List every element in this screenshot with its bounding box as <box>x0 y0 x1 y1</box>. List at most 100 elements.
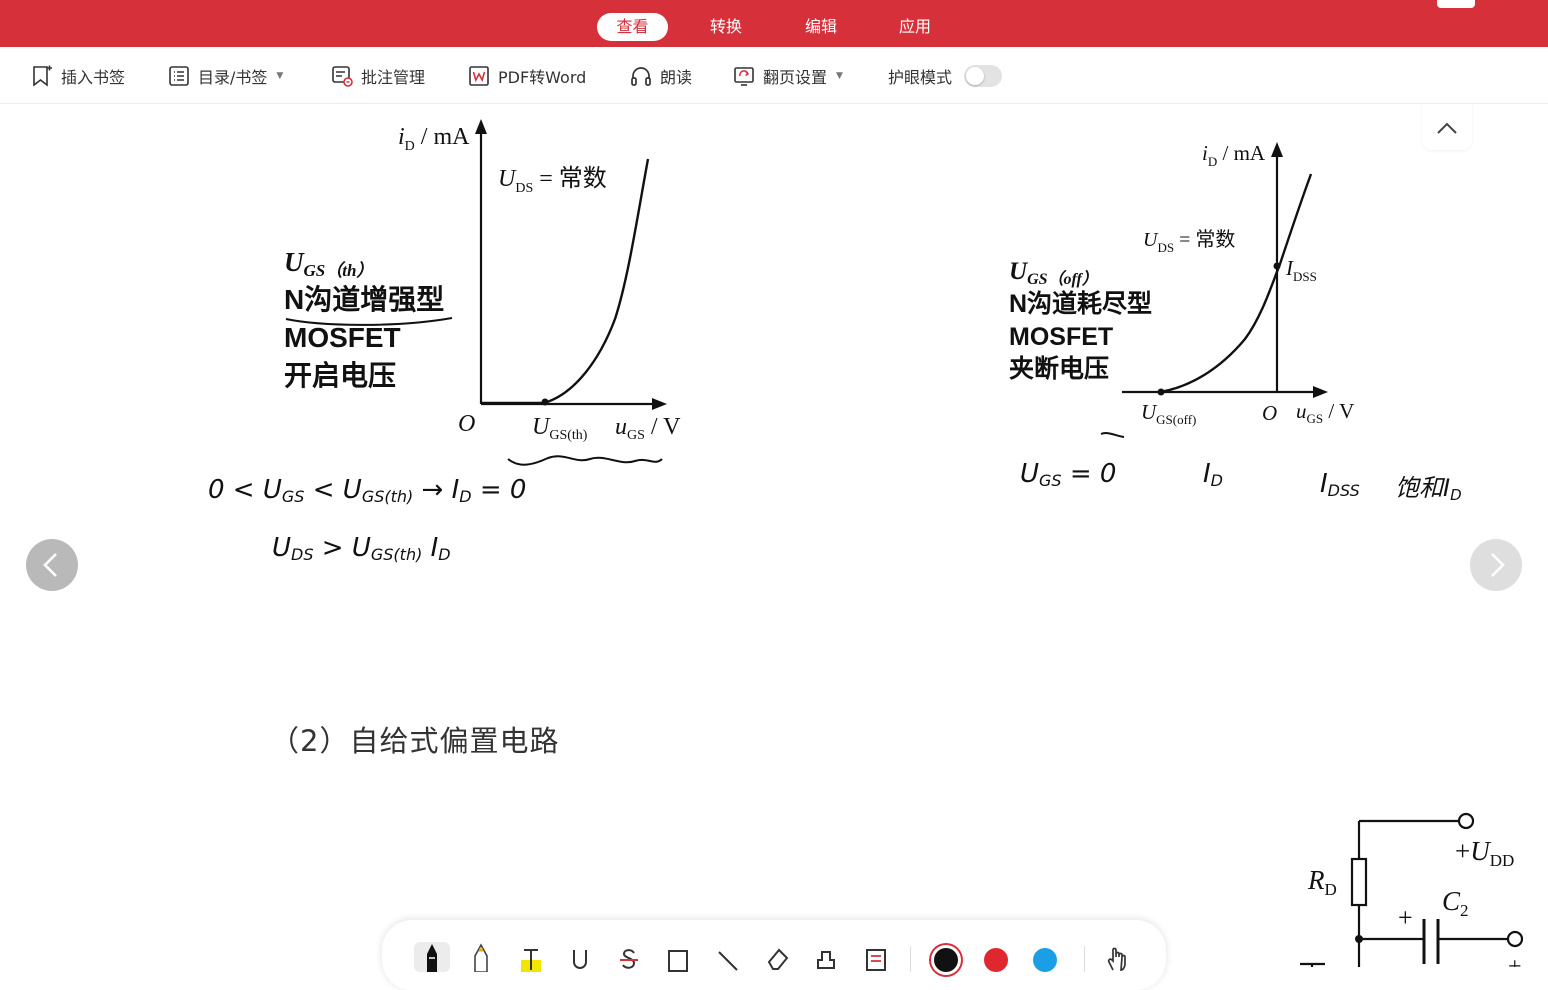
chevron-down-icon: ▼ <box>836 71 843 81</box>
chevron-left-icon <box>43 553 57 577</box>
uds-constant-label: UDS = 常数 <box>498 165 607 196</box>
figure-title-line3: 夹断电压 <box>1009 354 1109 383</box>
headphones-icon <box>631 67 651 86</box>
pen-icon <box>427 944 437 972</box>
eraser-tool-button[interactable] <box>759 942 795 972</box>
vdd-terminal <box>1457 812 1475 830</box>
pdf-to-word-button[interactable]: PDF转Word <box>468 62 586 90</box>
strikethrough-icon <box>620 949 638 969</box>
previous-page-button[interactable] <box>26 539 78 591</box>
next-page-button[interactable] <box>1470 539 1522 591</box>
c2-label: C2 <box>1442 886 1469 920</box>
tab-edit[interactable]: 编辑 <box>787 13 855 41</box>
hand-pointer-icon <box>1107 947 1126 971</box>
view-toolbar: 插入书签 目录/书签 ▼ 批注管理 PDF转Word 朗读 翻页设置 ▼ 护眼模… <box>0 47 1548 104</box>
highlighter-tool-button[interactable] <box>463 942 499 972</box>
insert-bookmark-label: 插入书签 <box>61 68 126 87</box>
x-axis-label: uGS / V <box>615 414 681 443</box>
self-bias-circuit: +UDD RD C2 + + <box>1300 812 1524 967</box>
y-axis-arrow <box>1271 142 1283 157</box>
vdd-label: +UDD <box>1455 836 1514 870</box>
eye-mode-control: 护眼模式 <box>888 62 1003 90</box>
transfer-curve <box>1159 173 1313 394</box>
transfer-curve <box>481 158 650 405</box>
list-icon <box>169 66 189 86</box>
y-axis-label: iD / mA <box>398 124 470 154</box>
ink-note-line1: 0 < UGS < UGS(th) → ID = 0 <box>208 475 526 506</box>
note-icon <box>866 949 886 971</box>
highlighter-icon <box>474 943 488 972</box>
chevron-up-icon <box>1437 122 1457 134</box>
color-blue-swatch[interactable] <box>1033 948 1057 972</box>
pinchoff-point <box>1157 388 1165 396</box>
page-canvas: iD / mA UDS = 常数 O UGS(th) uGS / V UGS（t… <box>208 119 1524 967</box>
insert-bookmark-button[interactable]: 插入书签 <box>31 62 125 90</box>
tab-convert[interactable]: 转换 <box>692 13 760 41</box>
capacitor-plus: + <box>1398 903 1413 932</box>
line-tool-button[interactable] <box>710 942 746 972</box>
hand-tool-button[interactable] <box>1098 942 1134 972</box>
enhancement-mosfet-figure: iD / mA UDS = 常数 O UGS(th) uGS / V UGS（t… <box>284 119 681 466</box>
page-settings-dropdown[interactable]: 翻页设置 ▼ <box>733 62 843 90</box>
underline-tool-button[interactable] <box>562 942 598 972</box>
read-aloud-label: 朗读 <box>660 68 693 87</box>
stamp-icon <box>817 951 835 969</box>
idss-point <box>1273 262 1281 270</box>
x-axis-arrow <box>1313 386 1328 398</box>
pdf-page-view[interactable]: iD / mA UDS = 常数 O UGS(th) uGS / V UGS（t… <box>0 104 1548 967</box>
rectangle-tool-button[interactable] <box>660 942 696 972</box>
annotation-manage-label: 批注管理 <box>361 68 426 87</box>
color-black-swatch[interactable] <box>934 948 958 972</box>
top-menu-bar: 查看 转换 编辑 应用 <box>0 0 1548 47</box>
line-icon <box>718 951 738 971</box>
pdf-to-word-label: PDF转Word <box>498 68 587 87</box>
pen-tool-button[interactable] <box>414 942 450 972</box>
collapse-toolbar-button[interactable] <box>1422 104 1472 150</box>
x-axis-arrow <box>652 398 667 410</box>
idss-label: IDSS <box>1285 256 1317 284</box>
x-axis-label: uGS / V <box>1296 399 1354 426</box>
toc-bookmark-label: 目录/书签 <box>198 68 268 87</box>
output-plus: + <box>1508 954 1522 967</box>
eraser-icon <box>767 948 789 970</box>
y-axis-label: iD / mA <box>1202 141 1266 169</box>
toc-bookmark-dropdown[interactable]: 目录/书签 ▼ <box>168 62 283 90</box>
origin-label: O <box>1262 401 1277 425</box>
toggle-knob <box>966 67 985 85</box>
read-aloud-button[interactable]: 朗读 <box>630 62 692 90</box>
text-highlight-icon <box>521 949 541 972</box>
strikethrough-tool-button[interactable] <box>611 942 647 972</box>
ink-note-saturation-id: 饱和ID <box>1395 474 1462 504</box>
figure-title-line2: MOSFET <box>1009 323 1113 351</box>
ink-note-line2: UDS > UGS(th) ID <box>272 533 451 564</box>
uds-constant-label: UDS = 常数 <box>1143 228 1235 255</box>
page-flip-icon <box>734 67 754 86</box>
stamp-tool-button[interactable] <box>808 942 844 972</box>
comment-manage-icon <box>332 66 353 87</box>
ugs-off-symbol: UGS（off） <box>1009 258 1098 288</box>
threshold-point <box>541 398 549 406</box>
origin-label: O <box>458 411 475 437</box>
word-convert-icon <box>469 66 489 86</box>
color-red-swatch[interactable] <box>984 948 1008 972</box>
ink-note-idss: IDSS <box>1320 469 1360 500</box>
ink-wavy-underline <box>507 455 663 466</box>
page-settings-label: 翻页设置 <box>763 68 828 87</box>
depletion-mosfet-figure: iD / mA UDS = 常数 IDSS UGS(off) O uGS / V… <box>1009 141 1354 438</box>
coupling-capacitor <box>1422 919 1440 964</box>
figure-title-line1: N沟道耗尽型 <box>1009 289 1152 318</box>
ugs-th-symbol: UGS（th） <box>284 247 373 280</box>
section-heading: （2）自给式偏置电路 <box>270 724 560 758</box>
eye-mode-toggle[interactable] <box>964 65 1003 87</box>
eye-mode-label: 护眼模式 <box>888 68 953 87</box>
tab-view[interactable]: 查看 <box>597 13 668 41</box>
threshold-voltage-label: UGS(th) <box>532 414 588 443</box>
annotation-manage-button[interactable]: 批注管理 <box>331 62 425 90</box>
text-highlight-tool-button[interactable] <box>513 942 549 972</box>
tab-apps[interactable]: 应用 <box>881 13 949 41</box>
ink-note-ugs-zero: UGS = 0 <box>1020 459 1116 490</box>
note-tool-button[interactable] <box>858 942 894 972</box>
window-control-button[interactable] <box>1437 0 1475 8</box>
ink-tilde-mark <box>1100 432 1125 438</box>
drain-resistor <box>1350 857 1368 907</box>
